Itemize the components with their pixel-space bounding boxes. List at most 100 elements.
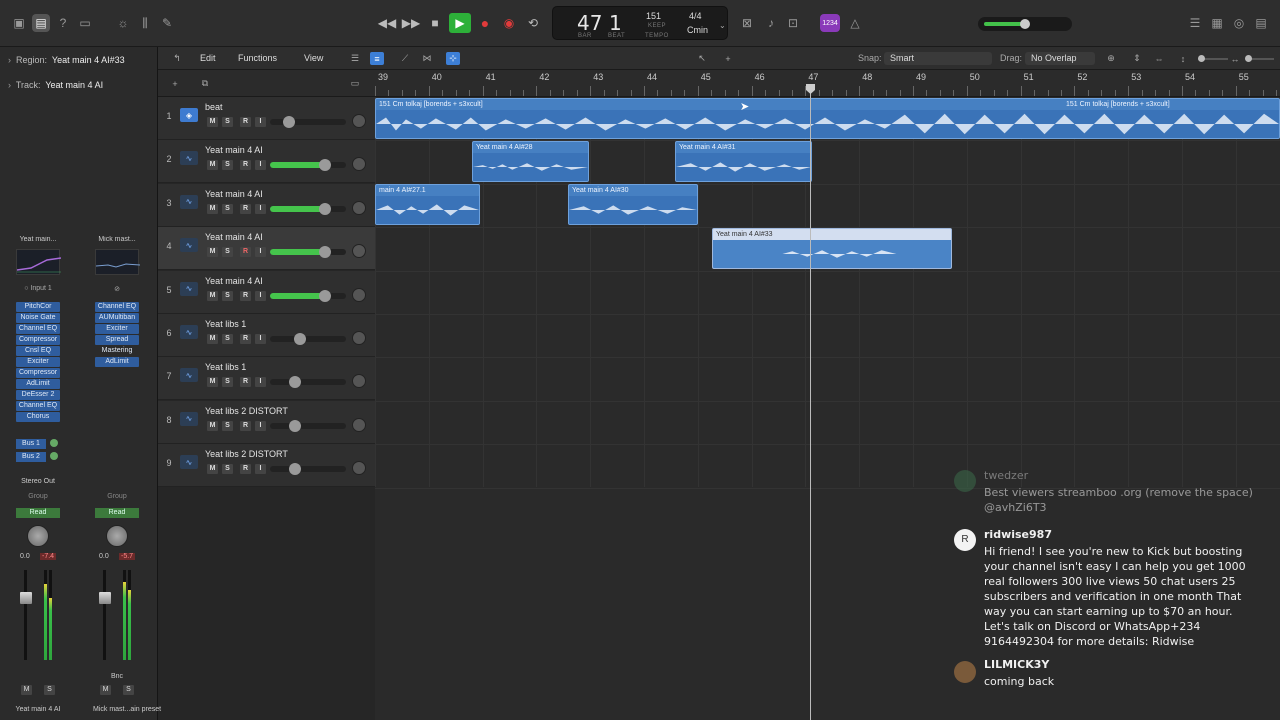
track-name[interactable]: Yeat main 4 AI	[205, 145, 263, 155]
list-editors-icon[interactable]: ☰	[1186, 14, 1204, 32]
track-volume-slider[interactable]	[270, 116, 346, 128]
mixer-icon[interactable]: ⫼	[136, 14, 154, 32]
volume-fader-cap[interactable]	[99, 592, 111, 604]
plugin-slot[interactable]: AdLimit	[95, 357, 139, 367]
track-name[interactable]: Yeat main 4 AI	[205, 276, 263, 286]
track-record-button[interactable]: R	[240, 160, 251, 171]
track-solo-button[interactable]: S	[222, 117, 233, 127]
track-input-monitor-button[interactable]: I	[255, 334, 266, 344]
track-solo-button[interactable]: S	[222, 464, 233, 475]
horizontal-zoom-out-icon[interactable]: ↔	[1228, 52, 1242, 65]
audio-region-beat[interactable]: 151 Cm tolkaj [borends + s3xcult] 151 Cm…	[375, 98, 1280, 139]
track-volume-knob[interactable]	[319, 289, 331, 302]
track-mute-button[interactable]: M	[207, 464, 218, 475]
horizontal-zoom-knob[interactable]	[1245, 55, 1252, 62]
rewind-button[interactable]: ◀◀	[376, 13, 398, 33]
track-name[interactable]: Yeat libs 2 DISTORT	[205, 449, 288, 459]
plugin-slot[interactable]: Spread	[95, 335, 139, 345]
audio-region-selected[interactable]: Yeat main 4 AI#33	[712, 228, 952, 269]
zoom-vertical-icon[interactable]: ↕	[1176, 52, 1190, 65]
duplicate-track-icon[interactable]: ⧉	[198, 77, 212, 90]
track-pan-knob[interactable]	[352, 157, 366, 172]
track-record-button[interactable]: R	[240, 247, 251, 258]
mute-button[interactable]: M	[100, 685, 111, 695]
track-solo-button[interactable]: S	[222, 203, 233, 214]
track-solo-button[interactable]: S	[222, 377, 233, 388]
master-volume-slider[interactable]	[978, 17, 1072, 31]
track-input-monitor-button[interactable]: I	[255, 160, 266, 171]
plugin-slot[interactable]: AdLimit	[16, 379, 60, 389]
replace-record-button[interactable]: ◉	[498, 13, 520, 33]
track-name[interactable]: Yeat libs 1	[205, 362, 246, 372]
snap-dropdown[interactable]: Smart	[884, 52, 992, 65]
plugin-slot[interactable]: Cnsl EQ	[16, 346, 60, 356]
track-header[interactable]: 5 ∿ Yeat main 4 AI M S R I	[158, 270, 375, 314]
pointer-tool-icon[interactable]: ↖	[695, 52, 709, 65]
track-header[interactable]: 2 ∿ Yeat main 4 AI M S R I	[158, 140, 375, 184]
track-pan-knob[interactable]	[352, 417, 366, 432]
plugin-slot[interactable]: Channel EQ	[16, 401, 60, 411]
track-pan-knob[interactable]	[352, 114, 366, 128]
track-volume-slider[interactable]	[270, 463, 346, 476]
track-pan-knob[interactable]	[352, 244, 366, 259]
solo-mode-icon[interactable]: ⊡	[784, 14, 802, 32]
plugin-slot[interactable]: Compressor	[16, 368, 60, 378]
library-icon[interactable]: ▣	[10, 14, 28, 32]
loop-browser-icon[interactable]: ◎	[1230, 14, 1248, 32]
waveform-zoom-icon[interactable]: ⊕	[1104, 52, 1118, 65]
pan-knob[interactable]	[27, 525, 49, 547]
record-button[interactable]: ●	[474, 13, 496, 33]
plugin-slot[interactable]: AUMultiban	[95, 313, 139, 323]
track-record-button[interactable]: R	[240, 377, 251, 388]
eq-thumbnail[interactable]	[16, 249, 62, 275]
list-view-icon[interactable]: ☰	[348, 52, 362, 65]
track-name[interactable]: Yeat libs 2 DISTORT	[205, 406, 288, 416]
eq-thumbnail[interactable]	[95, 249, 141, 275]
track-pan-knob[interactable]	[352, 200, 366, 215]
editors-icon[interactable]: ✎	[158, 14, 176, 32]
track-volume-knob[interactable]	[283, 116, 295, 128]
catch-icon[interactable]: ⊹	[446, 52, 460, 65]
audio-region[interactable]: main 4 AI#27.1	[375, 184, 480, 225]
track-solo-button[interactable]: S	[222, 160, 233, 171]
plugin-slot[interactable]: DeEsser 2	[16, 390, 60, 400]
input-slot[interactable]: ○ Input 1	[16, 285, 60, 292]
track-pan-knob[interactable]	[352, 287, 366, 302]
track-inspector-row[interactable]: › Track: Yeat main 4 AI	[8, 80, 103, 90]
inspector-icon[interactable]: ▤	[32, 14, 50, 32]
track-mute-button[interactable]: M	[207, 117, 218, 127]
track-volume-slider[interactable]	[270, 246, 346, 259]
track-input-monitor-button[interactable]: I	[255, 117, 266, 127]
mute-button[interactable]: M	[21, 685, 32, 695]
track-input-monitor-button[interactable]: I	[255, 377, 266, 388]
track-name[interactable]: Yeat libs 1	[205, 319, 246, 329]
track-input-monitor-button[interactable]: I	[255, 420, 266, 431]
track-input-monitor-button[interactable]: I	[255, 247, 266, 258]
bounce-button[interactable]: Bnc	[95, 673, 139, 680]
plugin-slot[interactable]: Channel EQ	[95, 302, 139, 312]
track-volume-knob[interactable]	[294, 333, 306, 345]
group-slot[interactable]: Group	[95, 493, 139, 500]
audio-region[interactable]: Yeat main 4 AI#28	[472, 141, 589, 182]
track-volume-slider[interactable]	[270, 159, 346, 172]
count-in-badge[interactable]: 1234	[820, 14, 840, 32]
plugin-slot[interactable]: Chorus	[16, 412, 60, 422]
track-volume-knob[interactable]	[289, 463, 301, 476]
region-inspector-row[interactable]: › Region: Yeat main 4 AI#33	[8, 55, 125, 65]
track-record-button[interactable]: R	[240, 420, 251, 431]
automation-mode[interactable]: Read	[95, 508, 139, 518]
track-name[interactable]: Yeat main 4 AI	[205, 232, 263, 242]
play-button[interactable]: ▶	[449, 13, 471, 33]
playhead[interactable]	[810, 84, 811, 720]
back-icon[interactable]: ↰	[170, 52, 184, 65]
track-input-monitor-button[interactable]: I	[255, 203, 266, 214]
link-icon[interactable]: ⊘	[95, 285, 139, 293]
audio-region[interactable]: Yeat main 4 AI#31	[675, 141, 812, 182]
vertical-zoom-icon[interactable]: ⇕	[1130, 52, 1144, 65]
plugin-slot[interactable]: Noise Gate	[16, 313, 60, 323]
track-volume-knob[interactable]	[289, 376, 301, 389]
track-solo-button[interactable]: S	[222, 247, 233, 258]
ruler-row[interactable]: + ⧉ ▭ 39 40 41 42 43 44 45 46 47 48 49 50 51 52 53 54 55	[158, 70, 1280, 97]
track-mute-button[interactable]: M	[207, 160, 218, 171]
disclosure-triangle-icon[interactable]: ›	[8, 80, 11, 90]
